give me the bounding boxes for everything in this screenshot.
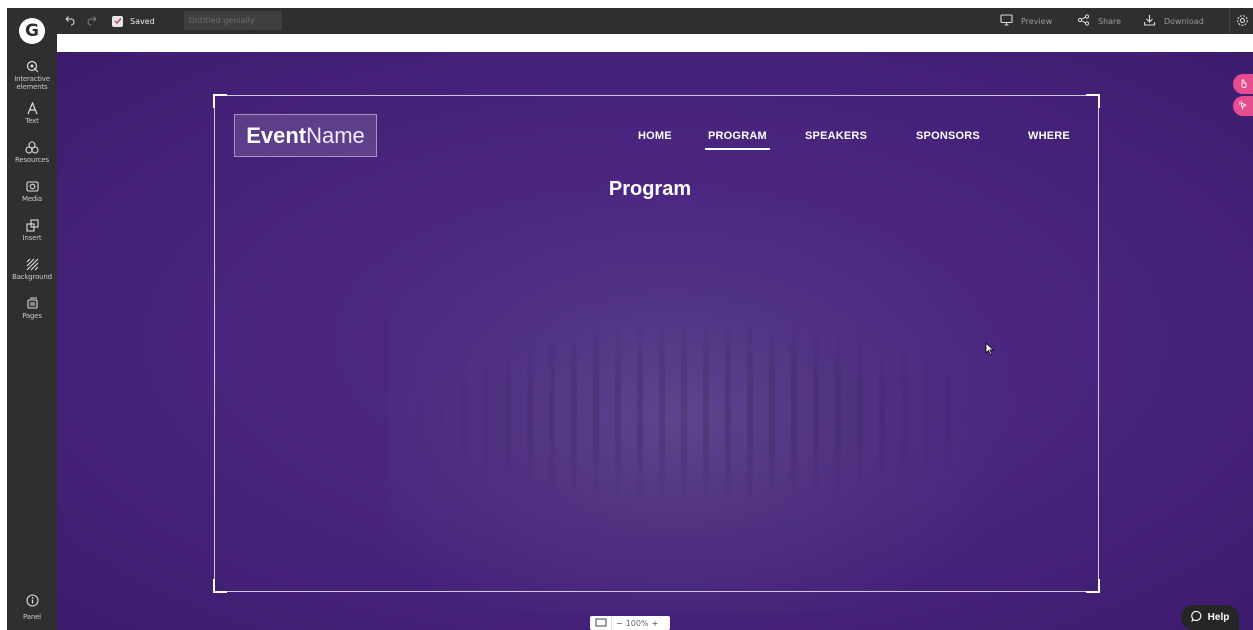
undo-button[interactable]: [63, 8, 75, 34]
share-label: Share: [1098, 16, 1122, 26]
redo-icon: [87, 14, 99, 28]
page-title[interactable]: Program: [600, 178, 700, 201]
pages-icon: [26, 295, 39, 311]
chat-bubble-icon: [1190, 610, 1203, 625]
animation-button[interactable]: [1233, 96, 1253, 116]
screen-size-button[interactable]: [590, 616, 612, 630]
top-toolbar: Saved Preview Share Download: [57, 8, 1253, 34]
download-icon: [1143, 14, 1156, 28]
frame-corner-bottom-left: [213, 579, 227, 593]
gear-icon: [1236, 14, 1249, 29]
sidebar-item-insert[interactable]: Insert: [7, 217, 57, 242]
slide-frame[interactable]: [213, 94, 1100, 593]
sidebar-item-interactive-elements[interactable]: Interactive elements: [7, 58, 57, 91]
settings-button[interactable]: [1229, 8, 1249, 34]
cursor-click-icon: [1238, 97, 1248, 115]
logo-letter: G: [25, 20, 39, 41]
nav-program[interactable]: PROGRAM: [708, 130, 767, 142]
saved-label: Saved: [130, 16, 155, 26]
hand-pointer-icon: [1238, 75, 1248, 93]
nav-active-underline: [705, 148, 770, 150]
zoom-out-button[interactable]: −: [616, 619, 623, 628]
frame-corner-top-left: [213, 94, 227, 108]
zoom-in-button[interactable]: +: [652, 619, 659, 628]
event-name-bold: Event: [246, 122, 307, 148]
sidebar-item-media[interactable]: Media: [7, 178, 57, 203]
sidebar-item-resources[interactable]: Resources: [7, 139, 57, 164]
sidebar-item-label: Text: [25, 117, 39, 125]
nav-speakers[interactable]: SPEAKERS: [805, 130, 867, 142]
nav-where[interactable]: WHERE: [1028, 130, 1070, 142]
info-icon: [25, 592, 39, 608]
nav-home[interactable]: HOME: [638, 130, 672, 142]
interactivity-button[interactable]: [1233, 74, 1253, 94]
sidebar-item-background[interactable]: Background: [7, 256, 57, 281]
sidebar-item-panel[interactable]: Panel: [7, 592, 57, 621]
checkmark-icon: [112, 15, 123, 27]
download-label: Download: [1164, 16, 1204, 26]
sidebar-item-label: Background: [12, 273, 52, 281]
sidebar-item-label: Pages: [22, 312, 42, 320]
redo-button[interactable]: [87, 8, 99, 34]
undo-icon: [63, 14, 75, 28]
sidebar-item-label: Insert: [22, 234, 42, 242]
sidebar-item-label: Panel: [23, 613, 41, 621]
sidebar-item-label: Interactive elements: [14, 75, 50, 91]
download-button[interactable]: Download: [1143, 8, 1204, 34]
mouse-pointer-icon: [985, 341, 995, 361]
share-icon: [1077, 14, 1090, 28]
insert-icon: [25, 217, 39, 233]
event-name-light: Name: [306, 122, 365, 148]
media-icon: [25, 178, 39, 194]
ruler-bar: [57, 34, 1253, 52]
frame-corner-bottom-right: [1086, 579, 1100, 593]
preview-label: Preview: [1021, 16, 1053, 26]
nav-sponsors[interactable]: SPONSORS: [916, 130, 980, 142]
help-label: Help: [1207, 612, 1230, 623]
editor-canvas[interactable]: Event Name HOME PROGRAM SPEAKERS SPONSORS…: [57, 52, 1253, 630]
zoom-level: 100%: [625, 618, 649, 628]
help-button[interactable]: Help: [1181, 605, 1239, 630]
sidebar-item-pages[interactable]: Pages: [7, 295, 57, 320]
event-name-logo[interactable]: Event Name: [234, 114, 377, 157]
sidebar-item-label: Resources: [15, 156, 49, 164]
share-button[interactable]: Share: [1077, 8, 1121, 34]
interactive-elements-icon: [26, 58, 39, 74]
preview-button[interactable]: Preview: [1000, 8, 1052, 34]
monitor-icon: [1000, 14, 1013, 28]
frame-corner-top-right: [1086, 94, 1100, 108]
app-logo[interactable]: G: [19, 18, 45, 44]
resources-icon: [25, 139, 39, 155]
left-sidebar: G Interactive elements Text Resources Me…: [7, 8, 57, 630]
background-icon: [26, 256, 39, 272]
title-input[interactable]: [184, 11, 282, 30]
text-icon: [26, 100, 39, 116]
save-status: Saved: [112, 8, 155, 34]
zoom-control: − 100% +: [590, 616, 670, 630]
sidebar-item-label: Media: [21, 195, 43, 203]
sidebar-item-text[interactable]: Text: [7, 100, 57, 125]
